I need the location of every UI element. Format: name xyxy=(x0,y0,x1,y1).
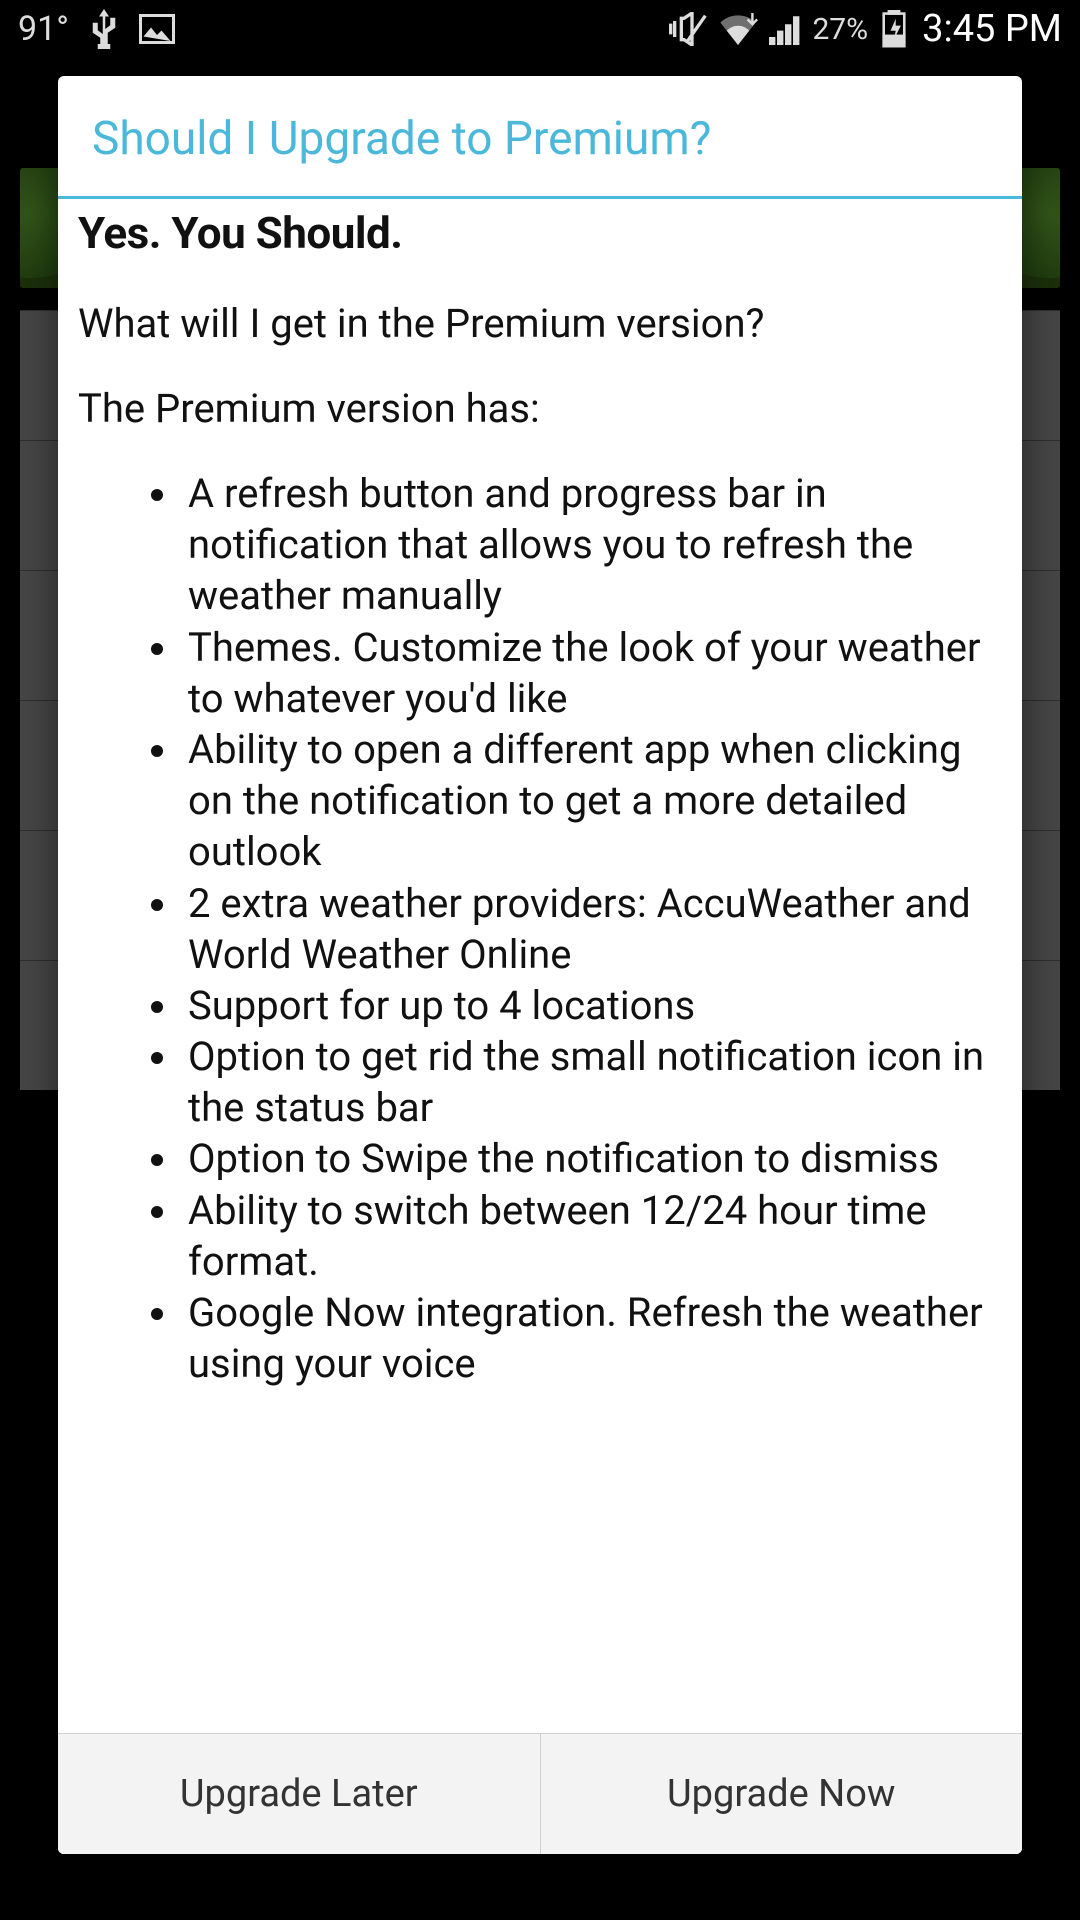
feature-item: A refresh button and progress bar in not… xyxy=(182,468,1002,622)
status-bar: 91° 27% 3:45 PM xyxy=(0,0,1080,58)
feature-item: Google Now integration. Refresh the weat… xyxy=(182,1287,1002,1389)
upgrade-now-button[interactable]: Upgrade Now xyxy=(541,1734,1023,1854)
feature-item: Themes. Customize the look of your weath… xyxy=(182,622,1002,724)
status-left: 91° xyxy=(18,9,175,49)
picture-icon xyxy=(139,14,175,44)
feature-list: A refresh button and progress bar in not… xyxy=(78,468,1002,1389)
upgrade-premium-dialog: Should I Upgrade to Premium? Yes. You Sh… xyxy=(58,76,1022,1854)
feature-item: Option to Swipe the notification to dism… xyxy=(182,1133,1002,1184)
dialog-title: Should I Upgrade to Premium? xyxy=(58,76,1022,199)
feature-item: Ability to switch between 12/24 hour tim… xyxy=(182,1185,1002,1287)
dialog-headline: Yes. You Should. xyxy=(78,207,1002,259)
dialog-button-bar: Upgrade Later Upgrade Now xyxy=(58,1733,1022,1854)
status-right: 27% 3:45 PM xyxy=(668,7,1062,51)
status-time: 3:45 PM xyxy=(922,7,1062,51)
vibrate-mute-icon xyxy=(668,12,708,46)
dialog-body[interactable]: Yes. You Should. What will I get in the … xyxy=(58,199,1022,1733)
feature-item: Ability to open a different app when cli… xyxy=(182,724,1002,878)
feature-item: Option to get rid the small notification… xyxy=(182,1031,1002,1133)
status-temperature: 91° xyxy=(18,9,69,49)
wifi-icon xyxy=(718,13,758,45)
signal-icon xyxy=(768,13,802,45)
dialog-subheading: What will I get in the Premium version? xyxy=(78,299,1002,349)
upgrade-later-button[interactable]: Upgrade Later xyxy=(58,1734,541,1854)
battery-charging-icon xyxy=(882,10,906,48)
dialog-intro: The Premium version has: xyxy=(78,385,1002,432)
battery-percentage: 27% xyxy=(812,12,868,47)
feature-item: 2 extra weather providers: AccuWeather a… xyxy=(182,878,1002,980)
usb-icon xyxy=(89,9,119,49)
feature-item: Support for up to 4 locations xyxy=(182,980,1002,1031)
